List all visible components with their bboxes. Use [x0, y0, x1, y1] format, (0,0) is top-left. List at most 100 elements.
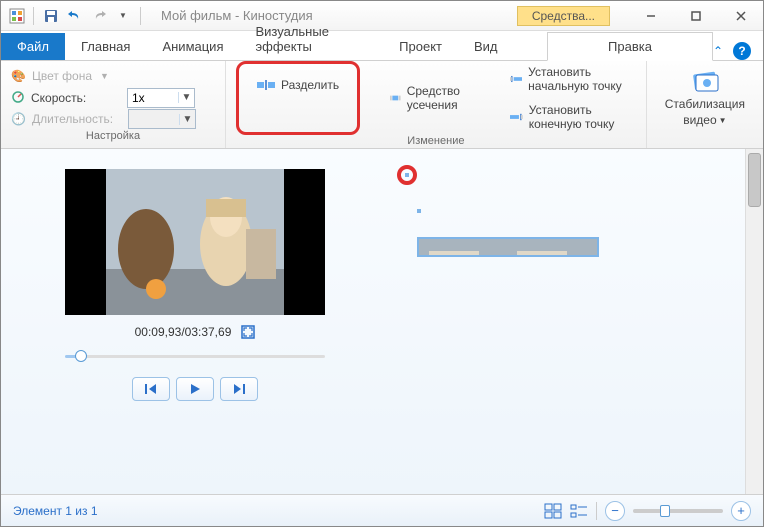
status-text: Элемент 1 из 1 — [13, 504, 98, 518]
split-button[interactable]: Разделить — [247, 74, 349, 96]
preview-player[interactable] — [65, 169, 325, 315]
stabilization-button[interactable]: Стабилизация видео ▼ — [657, 65, 753, 129]
speed-row: Скорость: ▼ — [11, 87, 215, 109]
zoom-thumb[interactable] — [660, 505, 670, 517]
preview-frame — [106, 169, 284, 315]
qat-dropdown-icon[interactable]: ▼ — [114, 7, 132, 25]
tabs-right: ⌃ ? — [713, 42, 763, 60]
status-bar: Элемент 1 из 1 − + — [1, 494, 763, 526]
workspace: 00:09,93/03:37,69 — [1, 149, 763, 494]
stabilization-icon — [688, 67, 722, 95]
playback-controls — [132, 377, 258, 401]
prev-frame-button[interactable] — [132, 377, 170, 401]
group-label-edit: Изменение — [407, 135, 464, 149]
status-right: − + — [544, 501, 751, 521]
context-tab-header: Средства... — [517, 6, 610, 26]
gauge-icon — [11, 89, 25, 106]
ribbon-group-edit: Разделить Средство усечения Установить н… — [226, 61, 647, 148]
split-icon — [257, 80, 275, 90]
app-window: ▼ Мой фильм - Киностудия Средства... Фай… — [0, 0, 764, 527]
chevron-down-icon[interactable]: ▼ — [178, 92, 194, 103]
duration-combo: ▼ — [128, 109, 196, 129]
close-button[interactable] — [718, 2, 763, 30]
zoom-in-button[interactable]: + — [731, 501, 751, 521]
save-icon[interactable] — [42, 7, 60, 25]
chevron-down-icon: ▼ — [179, 114, 195, 125]
start-point-icon — [510, 74, 522, 84]
chevron-down-icon: ▼ — [100, 71, 109, 81]
quick-access-toolbar: ▼ — [42, 7, 132, 25]
redo-icon[interactable] — [90, 7, 108, 25]
ribbon: 🎨 Цвет фона ▼ Скорость: ▼ 🕘 Длительность… — [1, 61, 763, 149]
clip-3[interactable] — [417, 237, 599, 257]
clip-thumbnail — [511, 239, 597, 257]
vertical-scrollbar[interactable] — [745, 149, 763, 494]
file-tab[interactable]: Файл — [1, 33, 65, 60]
set-start-point-button[interactable]: Установить начальную точку — [500, 61, 636, 97]
stabilization-label-2: видео — [683, 113, 716, 127]
tab-project[interactable]: Проект — [383, 33, 458, 60]
seek-thumb[interactable] — [75, 350, 87, 362]
minimize-button[interactable] — [628, 2, 673, 30]
stabilization-label-1: Стабилизация — [665, 97, 745, 111]
clip-1[interactable] — [405, 173, 409, 177]
clip-thumbnail — [419, 239, 511, 257]
speed-label: Скорость: — [31, 91, 121, 105]
preview-pane: 00:09,93/03:37,69 — [1, 149, 389, 494]
duration-row: 🕘 Длительность: ▼ — [11, 108, 215, 130]
end-point-icon — [510, 112, 523, 122]
next-frame-button[interactable] — [220, 377, 258, 401]
tab-visual-effects[interactable]: Визуальные эффекты — [239, 18, 383, 60]
system-buttons — [628, 2, 763, 30]
trim-icon — [390, 92, 401, 104]
set-start-label: Установить начальную точку — [528, 65, 626, 93]
undo-icon[interactable] — [66, 7, 84, 25]
tab-edit[interactable]: Правка — [547, 32, 713, 61]
trim-tool-button[interactable]: Средство усечения — [380, 80, 480, 116]
set-end-label: Установить конечную точку — [529, 103, 626, 131]
group-label-settings: Настройка — [11, 130, 215, 144]
clip-row-3 — [417, 237, 751, 257]
help-icon[interactable]: ? — [733, 42, 751, 60]
ribbon-group-stabilization: Стабилизация видео ▼ — [647, 61, 763, 148]
separator — [33, 7, 34, 25]
timecode-row: 00:09,93/03:37,69 — [135, 325, 256, 339]
timeline-pane — [389, 149, 763, 494]
tab-home[interactable]: Главная — [65, 33, 146, 60]
duration-input — [129, 110, 179, 128]
bg-color-row: 🎨 Цвет фона ▼ — [11, 65, 215, 87]
collapse-ribbon-icon[interactable]: ⌃ — [713, 44, 723, 58]
tab-animation[interactable]: Анимация — [146, 33, 239, 60]
app-icon — [9, 8, 25, 24]
separator — [140, 7, 141, 25]
clock-icon: 🕘 — [11, 112, 26, 126]
tab-view[interactable]: Вид — [458, 33, 514, 60]
thumbnail-view-icon[interactable] — [544, 503, 562, 519]
scrollbar-thumb[interactable] — [748, 153, 761, 207]
clip-2[interactable] — [417, 209, 421, 213]
split-label: Разделить — [281, 78, 339, 92]
chevron-down-icon: ▼ — [719, 116, 727, 125]
clip-row-1 — [397, 165, 751, 185]
fullscreen-icon[interactable] — [241, 325, 255, 339]
set-end-point-button[interactable]: Установить конечную точку — [500, 99, 636, 135]
trim-label: Средство усечения — [407, 84, 470, 112]
timecode: 00:09,93/03:37,69 — [135, 325, 232, 339]
split-button-highlight: Разделить — [236, 61, 360, 135]
speed-combo[interactable]: ▼ — [127, 88, 195, 108]
speed-input[interactable] — [128, 89, 178, 107]
separator — [596, 502, 597, 520]
maximize-button[interactable] — [673, 2, 718, 30]
zoom-out-button[interactable]: − — [605, 501, 625, 521]
clip-highlight — [397, 165, 417, 185]
ribbon-group-settings: 🎨 Цвет фона ▼ Скорость: ▼ 🕘 Длительность… — [1, 61, 226, 148]
zoom-slider[interactable] — [633, 509, 723, 513]
paint-icon: 🎨 — [11, 69, 26, 83]
clip-row-2 — [417, 209, 751, 213]
detail-view-icon[interactable] — [570, 503, 588, 519]
seek-track — [65, 355, 325, 358]
ribbon-tabs: Файл Главная Анимация Визуальные эффекты… — [1, 31, 763, 61]
duration-label: Длительность: — [32, 112, 122, 126]
play-button[interactable] — [176, 377, 214, 401]
seek-bar[interactable] — [65, 349, 325, 363]
